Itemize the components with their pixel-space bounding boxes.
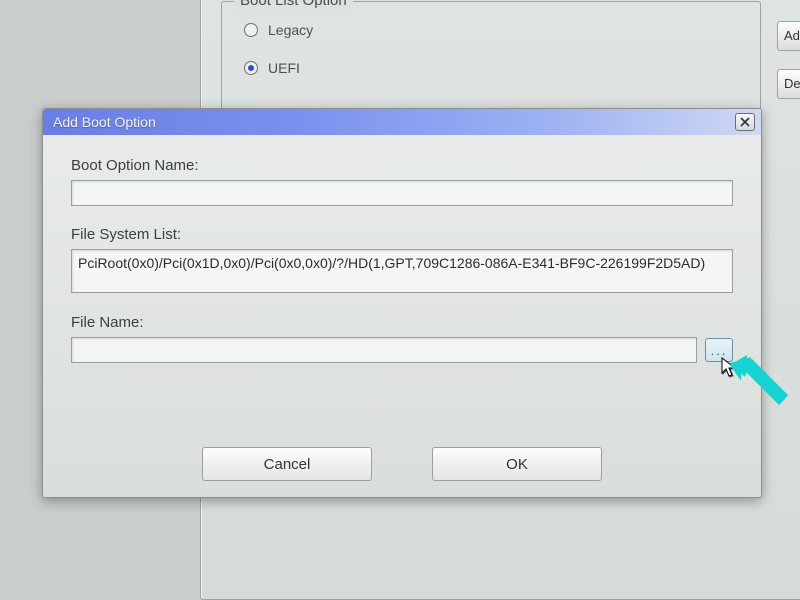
radio-icon [244, 61, 258, 75]
dialog-button-row: Cancel OK [43, 447, 761, 481]
cancel-button[interactable]: Cancel [202, 447, 372, 481]
boot-option-name-input[interactable] [71, 180, 733, 206]
group-title: Boot List Option [234, 0, 353, 9]
file-system-list-box[interactable] [71, 249, 733, 293]
dialog-body: Boot Option Name: File System List: File… [43, 135, 761, 373]
radio-uefi-label: UEFI [268, 60, 300, 76]
bg-button-column: Ad De [777, 21, 800, 99]
file-system-list-label: File System List: [71, 226, 733, 243]
file-name-label: File Name: [71, 314, 733, 331]
browse-button[interactable]: ... [705, 338, 733, 362]
boot-option-name-label: Boot Option Name: [71, 157, 733, 174]
ok-button[interactable]: OK [432, 447, 602, 481]
ellipsis-icon: ... [711, 343, 728, 358]
boot-list-option-group: Boot List Option Legacy UEFI [221, 1, 761, 121]
close-icon [740, 114, 750, 130]
close-button[interactable] [735, 113, 755, 131]
add-boot-option-dialog: Add Boot Option Boot Option Name: File S… [42, 108, 762, 498]
radio-legacy[interactable]: Legacy [244, 16, 760, 44]
dialog-title: Add Boot Option [53, 114, 735, 130]
file-name-input[interactable] [71, 337, 697, 363]
radio-legacy-label: Legacy [268, 22, 313, 38]
radio-uefi[interactable]: UEFI [244, 54, 760, 82]
delete-boot-option-button[interactable]: De [777, 69, 800, 99]
dialog-titlebar: Add Boot Option [43, 109, 761, 135]
add-boot-option-button[interactable]: Ad [777, 21, 800, 51]
radio-icon [244, 23, 258, 37]
